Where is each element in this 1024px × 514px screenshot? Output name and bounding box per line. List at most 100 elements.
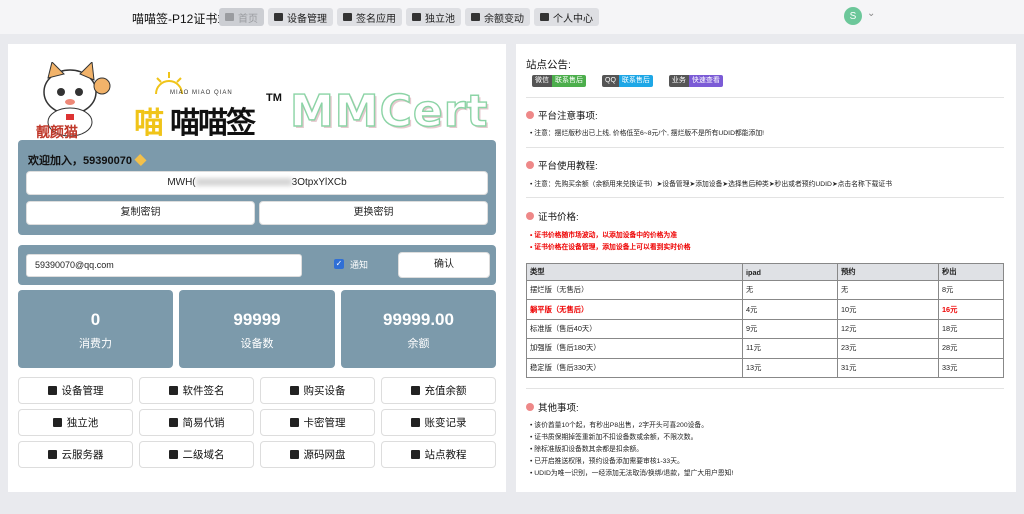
chevron-down-icon[interactable]: ⌄ xyxy=(867,8,875,19)
table-row: 标准版（售后40天） 9元 12元 18元 xyxy=(526,318,1004,340)
tutorial-line: • 注意：先购买余额（余额用来兑换证书）➤设备管理➤添加设备➤选择售后种类➤秒出… xyxy=(530,181,893,188)
book-icon xyxy=(47,450,57,459)
file-icon xyxy=(410,418,420,427)
stat-balance: 99999.00 余额 xyxy=(341,290,496,368)
diamond-icon xyxy=(134,153,147,167)
menu-tutorial[interactable]: 站点教程 xyxy=(381,441,496,468)
brand-cn-first: 喵 xyxy=(134,107,164,140)
section-tutorial-title: 平台使用教程: xyxy=(526,158,598,172)
other-line: • UDID为唯一识别，一经添加无法取消/换绑/退款，望广大用户恩知! xyxy=(530,470,734,477)
divider xyxy=(526,97,1004,98)
menu-buy-device[interactable]: 购买设备 xyxy=(260,377,375,404)
column-header: ipad xyxy=(742,263,838,281)
nav-sign-app[interactable]: 签名应用 xyxy=(337,8,402,26)
miaomiaoqian-logo: 喵 喵喵签 MIAO MIAO QIAN TM xyxy=(134,72,284,142)
key-icon xyxy=(289,418,299,427)
menu-subdomain[interactable]: 二级域名 xyxy=(139,441,254,468)
notice-title: 站点公告: xyxy=(526,59,571,71)
wechat-badge[interactable]: 微信 联系售后 xyxy=(532,75,586,87)
price-line: • 证书价格随市场波动，以添加设备中的价格为准 xyxy=(530,232,678,239)
video-icon xyxy=(471,13,480,21)
section-price-title: 证书价格: xyxy=(526,209,579,223)
notify-label: 通知 xyxy=(350,260,369,270)
section-other-title: 其他事项: xyxy=(526,400,579,414)
laptop-icon xyxy=(274,13,283,21)
table-row: 躺平版（无售后） 4元 10元 16元 xyxy=(526,299,1004,320)
price-line: • 证书价格在设备管理，添加设备上可以看到实时价格 xyxy=(530,244,691,251)
avatar[interactable]: S xyxy=(844,7,862,25)
site-title: 喵喵签-P12证书站 xyxy=(132,12,230,26)
menu-pool[interactable]: 独立池 xyxy=(18,409,133,436)
lollipop-icon xyxy=(526,111,534,119)
lollipop-icon xyxy=(526,161,534,169)
blurred-key xyxy=(195,178,292,187)
table-row: 稳定版（售后330天） 13元 31元 33元 xyxy=(526,357,1004,378)
brand-pinyin: MIAO MIAO QIAN xyxy=(170,90,233,96)
other-line: • 已开启推送权限，预约设备添加需要审核1-33天。 xyxy=(530,458,684,465)
divider xyxy=(526,388,1004,389)
column-header: 类型 xyxy=(526,263,743,281)
main-nav: 首页 设备管理 签名应用 独立池 余额变动 个人中心 xyxy=(219,8,599,26)
book-icon xyxy=(289,450,299,459)
section-notes-title: 平台注意事项: xyxy=(526,108,598,122)
lollipop-icon xyxy=(526,403,534,411)
welcome-text: 欢迎加入，59390070 xyxy=(28,152,147,168)
other-line: • 除标准版扣设备数其余都是扣余额。 xyxy=(530,446,644,453)
nav-home[interactable]: 首页 xyxy=(219,8,264,26)
nav-profile[interactable]: 个人中心 xyxy=(534,8,599,26)
video-icon xyxy=(540,13,549,21)
stat-devices: 99999 设备数 xyxy=(179,290,335,368)
book-icon xyxy=(168,450,178,459)
business-badge[interactable]: 业务 快速查看 xyxy=(668,75,723,87)
mmcert-logo: MMCert xyxy=(289,85,489,137)
notify-checkbox[interactable]: ✓ xyxy=(334,259,344,269)
cube-icon xyxy=(52,418,62,427)
menu-source-drive[interactable]: 源码网盘 xyxy=(260,441,375,468)
nav-balance-changes[interactable]: 余额变动 xyxy=(465,8,530,26)
other-line: • 证书质保期掉签重新加不扣设备数或余额，不限次数。 xyxy=(530,434,698,441)
top-bar: 喵喵签-P12证书站 首页 设备管理 签名应用 独立池 余额变动 个人中心 S … xyxy=(0,0,1024,34)
menu-card-management[interactable]: 卡密管理 xyxy=(260,409,375,436)
price-table: 类型 ipad 预约 秒出 摆烂版（无售后）无无 8元 躺平版（无售后） 4元 10元… xyxy=(526,263,1004,378)
key-field[interactable]: MWH(3OtpxYlXCb xyxy=(26,171,488,195)
divider xyxy=(526,147,1004,148)
menu-account-records[interactable]: 账变记录 xyxy=(381,409,496,436)
cart-icon xyxy=(289,386,299,395)
account-panel: 欢迎加入，59390070 MWH(3OtpxYlXCb 复制密钥 更换密钥 xyxy=(18,140,496,235)
left-panel: 靓颜猫 喵 喵喵签 MIAO MIAO QIAN TM MMCert 欢迎加入，… xyxy=(8,44,506,492)
table-row: 加强版（售后180天） 11元 23元 28元 xyxy=(526,338,1004,359)
logo-row: 靓颜猫 喵 喵喵签 MIAO MIAO QIAN TM MMCert xyxy=(18,56,498,142)
lollipop-icon xyxy=(526,212,534,220)
book-icon xyxy=(410,450,420,459)
menu-app-sign[interactable]: 软件签名 xyxy=(139,377,254,404)
email-input[interactable]: 59390070@qq.com xyxy=(26,254,302,277)
user-icon xyxy=(168,418,178,427)
menu-cloud-server[interactable]: 云服务器 xyxy=(18,441,133,468)
column-header: 秒出 xyxy=(938,263,1004,281)
notice-panel: 站点公告: 微信 联系售后 QQ 联系售后 业务 快速查看 平台注意事项: • 注意：… xyxy=(516,44,1016,492)
confirm-button[interactable]: 确认 xyxy=(398,252,490,278)
other-line: • 该价酋量10个起，有秒出P8出售，2字开头可喜200设备。 xyxy=(530,422,708,429)
menu-device-management[interactable]: 设备管理 xyxy=(18,377,133,404)
contact-badges: 微信 联系售后 QQ 联系售后 业务 快速查看 xyxy=(532,75,723,87)
copy-key-button[interactable]: 复制密钥 xyxy=(26,201,255,225)
home-icon xyxy=(225,13,234,21)
trademark: TM xyxy=(266,92,282,104)
email-panel: 59390070@qq.com ✓ 通知 确认 xyxy=(18,245,496,285)
nav-device-management[interactable]: 设备管理 xyxy=(268,8,333,26)
coins-icon xyxy=(410,386,420,395)
change-key-button[interactable]: 更换密钥 xyxy=(259,201,488,225)
nav-pool[interactable]: 独立池 xyxy=(406,8,461,26)
qq-badge[interactable]: QQ 联系售后 xyxy=(602,75,653,87)
video-icon xyxy=(412,13,421,21)
laptop-icon xyxy=(47,386,57,395)
divider xyxy=(526,197,1004,198)
menu-recharge[interactable]: 充值余额 xyxy=(381,377,496,404)
menu-reseller[interactable]: 简易代销 xyxy=(139,409,254,436)
cat-logo-text: 靓颜猫 xyxy=(36,124,78,140)
table-row: 摆烂版（无售后）无无 8元 xyxy=(526,279,1004,301)
stat-spending: 0 消费力 xyxy=(18,290,173,368)
edit-icon xyxy=(168,386,178,395)
video-icon xyxy=(343,13,352,21)
table-header-row: 类型 ipad 预约 秒出 xyxy=(526,263,1004,281)
